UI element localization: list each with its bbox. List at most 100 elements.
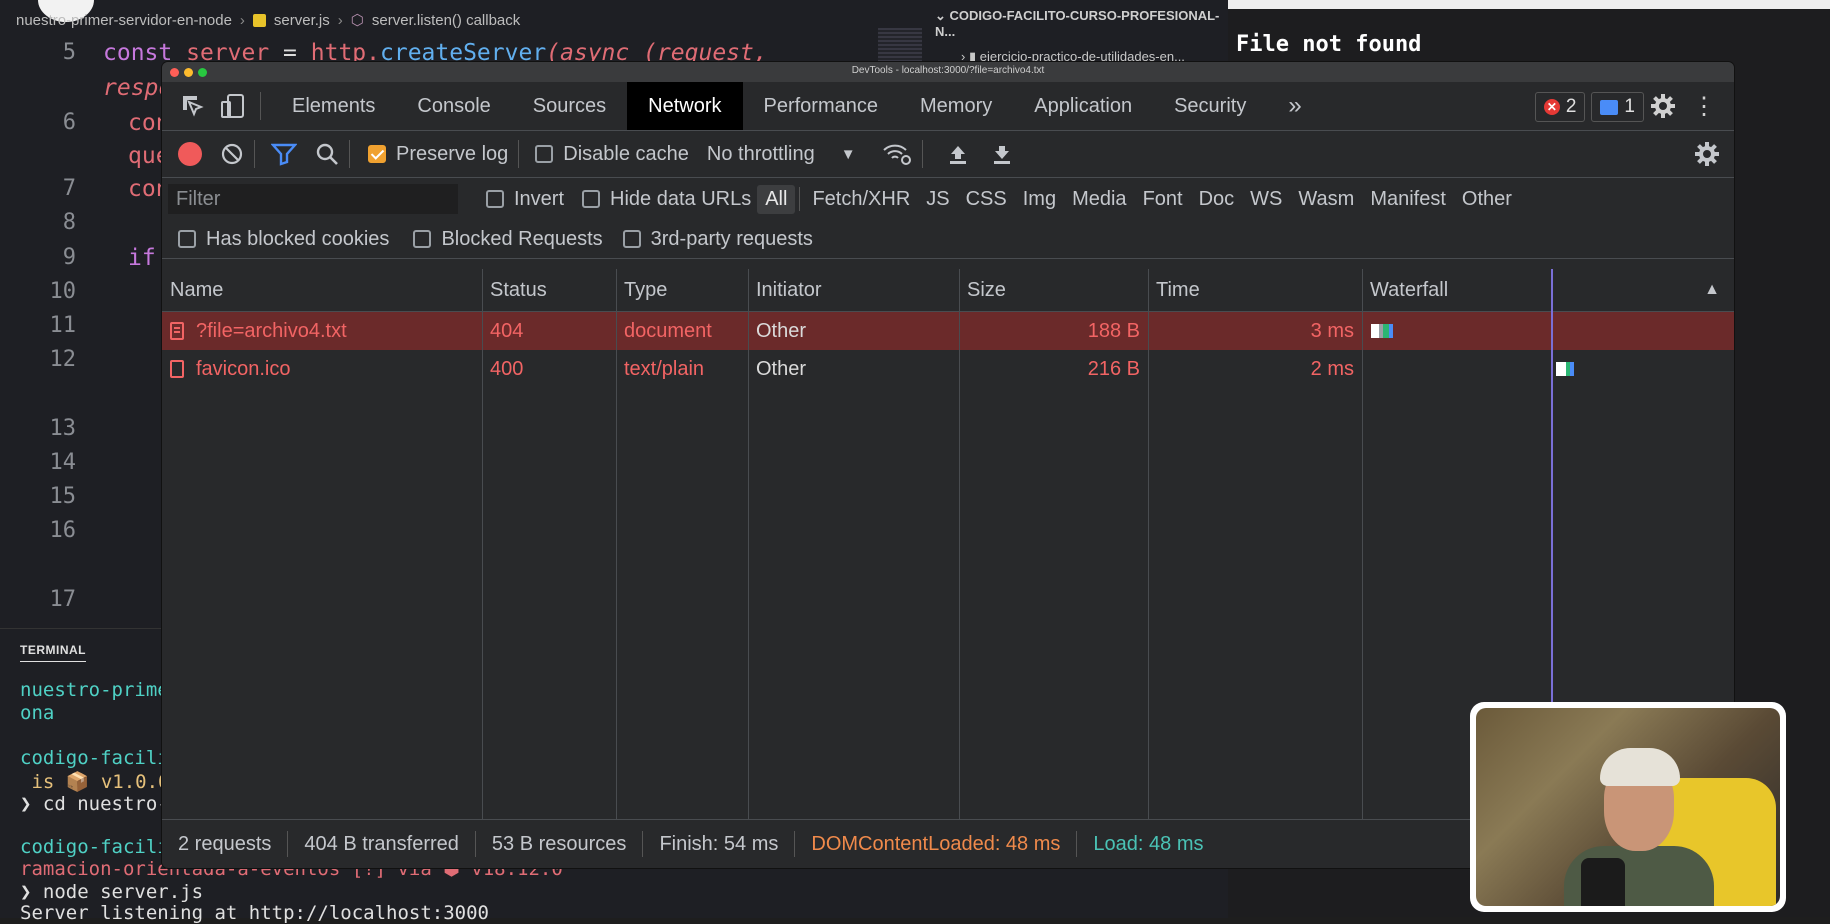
has-blocked-cookies-label: Has blocked cookies bbox=[206, 227, 390, 250]
line-number: 5 bbox=[62, 40, 76, 65]
throttling-select[interactable]: No throttling bbox=[707, 143, 815, 166]
waterfall-bar bbox=[1556, 362, 1574, 376]
devtools-tabbar: Elements Console Sources Network Perform… bbox=[162, 82, 1734, 131]
page-message: File not found bbox=[1236, 32, 1422, 57]
column-header-type[interactable]: Type bbox=[616, 269, 748, 311]
column-header-status[interactable]: Status bbox=[482, 269, 616, 311]
tab-sources[interactable]: Sources bbox=[512, 82, 627, 130]
code-line: if bbox=[128, 245, 156, 271]
table-row[interactable]: ?file=archivo4.txt 404 document Other 18… bbox=[162, 312, 1734, 350]
filter-type-font[interactable]: Font bbox=[1135, 185, 1191, 214]
device-toolbar-icon[interactable] bbox=[216, 89, 250, 123]
request-name-cell: ?file=archivo4.txt bbox=[162, 312, 482, 350]
invert-checkbox[interactable] bbox=[486, 190, 504, 208]
cube-icon: ⬡ bbox=[350, 12, 364, 29]
line-number: 14 bbox=[49, 450, 77, 475]
browser-toolbar bbox=[1228, 0, 1830, 9]
third-party-requests-label: 3rd-party requests bbox=[650, 227, 813, 250]
column-header-initiator[interactable]: Initiator bbox=[748, 269, 959, 311]
tab-application[interactable]: Application bbox=[1013, 82, 1153, 130]
tab-security[interactable]: Security bbox=[1153, 82, 1267, 130]
terminal-line: codigo-facili bbox=[20, 747, 169, 769]
breadcrumb-symbol[interactable]: server.listen() callback bbox=[372, 12, 520, 29]
status-finish: Finish: 54 ms bbox=[659, 832, 779, 855]
hide-data-urls-checkbox[interactable] bbox=[582, 190, 601, 208]
tab-console[interactable]: Console bbox=[396, 82, 511, 130]
has-blocked-cookies-checkbox[interactable] bbox=[178, 230, 196, 248]
column-divider[interactable] bbox=[616, 269, 617, 819]
column-header-size[interactable]: Size bbox=[959, 269, 1148, 311]
request-size-cell: 216 B bbox=[1087, 357, 1140, 380]
third-party-requests-checkbox[interactable] bbox=[622, 230, 641, 248]
clear-icon[interactable] bbox=[220, 142, 244, 166]
more-options-kebab-icon[interactable]: ⋮ bbox=[1692, 92, 1716, 121]
filter-type-img[interactable]: Img bbox=[1015, 185, 1064, 214]
column-header-time[interactable]: Time bbox=[1148, 269, 1362, 311]
divider bbox=[260, 92, 261, 120]
explorer-panel: ⌄ CODIGO-FACILITO-CURSO-PROFESIONAL-N...… bbox=[935, 8, 1230, 65]
explorer-root[interactable]: ⌄ CODIGO-FACILITO-CURSO-PROFESIONAL-N... bbox=[935, 8, 1230, 39]
filter-input[interactable] bbox=[168, 184, 458, 214]
filter-icon[interactable] bbox=[271, 142, 297, 166]
record-button[interactable] bbox=[178, 142, 202, 166]
table-row[interactable]: favicon.ico 400 text/plain Other 216 B 2… bbox=[162, 350, 1734, 388]
filter-type-doc[interactable]: Doc bbox=[1191, 185, 1243, 214]
request-status-cell: 400 bbox=[490, 357, 524, 380]
blocked-requests-checkbox[interactable] bbox=[413, 230, 432, 248]
message-count-badge[interactable]: 1 bbox=[1591, 92, 1644, 122]
column-divider[interactable] bbox=[482, 269, 483, 819]
line-number: 7 bbox=[62, 176, 76, 201]
preserve-log-checkbox[interactable] bbox=[368, 145, 386, 163]
tab-performance[interactable]: Performance bbox=[743, 82, 900, 130]
microphone bbox=[1581, 858, 1625, 906]
column-header-waterfall[interactable]: Waterfall bbox=[1362, 269, 1734, 311]
sort-ascending-icon[interactable]: ▲ bbox=[1704, 281, 1720, 299]
filter-type-wasm[interactable]: Wasm bbox=[1290, 185, 1362, 214]
network-toolbar: Preserve log Disable cache No throttling… bbox=[162, 131, 1734, 178]
network-settings-gear-icon[interactable] bbox=[1694, 141, 1720, 172]
divider bbox=[349, 140, 350, 168]
dropdown-arrow-icon[interactable]: ▼ bbox=[841, 146, 856, 163]
file-icon bbox=[170, 360, 184, 378]
filter-type-media[interactable]: Media bbox=[1064, 185, 1134, 214]
request-status-cell: 404 bbox=[490, 319, 524, 342]
line-number: 16 bbox=[49, 518, 77, 543]
terminal-line: nuestro-prime bbox=[20, 679, 169, 701]
column-divider[interactable] bbox=[1148, 269, 1149, 819]
terminal-line: ona bbox=[20, 702, 55, 724]
request-initiator-cell: Other bbox=[756, 319, 807, 342]
filter-type-fetch-xhr[interactable]: Fetch/XHR bbox=[804, 185, 918, 214]
settings-gear-icon[interactable] bbox=[1650, 93, 1676, 124]
search-icon[interactable] bbox=[315, 142, 339, 166]
import-har-icon[interactable] bbox=[947, 143, 969, 165]
filter-type-manifest[interactable]: Manifest bbox=[1362, 185, 1454, 214]
tab-memory[interactable]: Memory bbox=[899, 82, 1013, 130]
disable-cache-checkbox[interactable] bbox=[535, 145, 554, 163]
inspect-element-icon[interactable] bbox=[176, 89, 210, 123]
error-count-badge[interactable]: ✕ 2 bbox=[1534, 92, 1586, 122]
hide-data-urls-label: Hide data URLs bbox=[610, 187, 752, 210]
request-type-cell: document bbox=[624, 319, 712, 342]
terminal-tab[interactable]: TERMINAL bbox=[20, 643, 86, 662]
network-conditions-icon[interactable] bbox=[882, 142, 912, 166]
filter-type-ws[interactable]: WS bbox=[1242, 185, 1290, 214]
filter-type-css[interactable]: CSS bbox=[958, 185, 1015, 214]
tab-network[interactable]: Network bbox=[627, 82, 743, 130]
message-count: 1 bbox=[1624, 96, 1635, 117]
column-divider[interactable] bbox=[748, 269, 749, 819]
column-divider[interactable] bbox=[959, 269, 960, 819]
breadcrumb-folder[interactable]: nuestro-primer-servidor-en-node bbox=[16, 12, 232, 29]
tab-elements[interactable]: Elements bbox=[271, 82, 396, 130]
breadcrumb-file[interactable]: server.js bbox=[274, 12, 330, 29]
filter-bar: Invert Hide data URLs All Fetch/XHR JS C… bbox=[162, 178, 1734, 220]
column-divider[interactable] bbox=[1362, 269, 1363, 819]
filter-type-other[interactable]: Other bbox=[1454, 185, 1520, 214]
filter-type-js[interactable]: JS bbox=[918, 185, 957, 214]
more-tabs-button[interactable]: » bbox=[1267, 82, 1322, 130]
export-har-icon[interactable] bbox=[991, 143, 1013, 165]
status-load: Load: 48 ms bbox=[1093, 832, 1204, 855]
status-dom-content-loaded: DOMContentLoaded: 48 ms bbox=[811, 832, 1061, 855]
filter-type-all[interactable]: All bbox=[757, 184, 796, 214]
status-requests: 2 requests bbox=[178, 832, 272, 855]
column-header-name[interactable]: Name bbox=[162, 269, 482, 311]
